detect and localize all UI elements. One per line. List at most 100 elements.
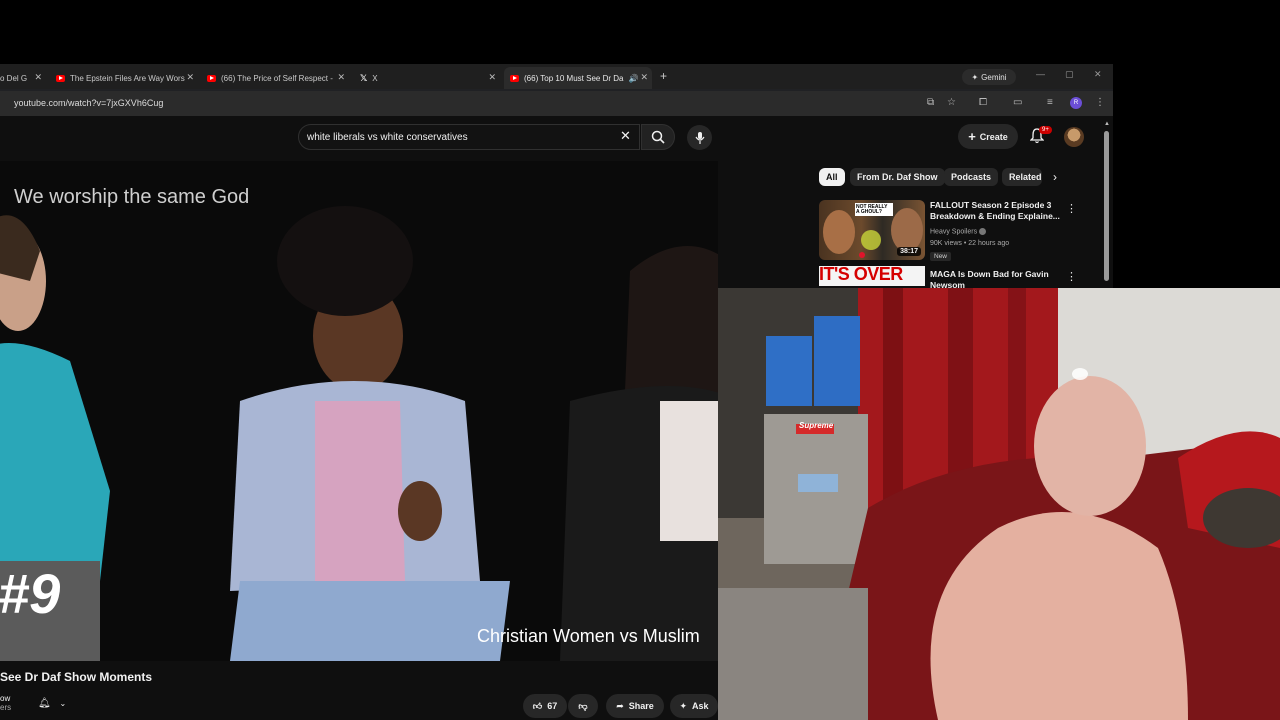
search-icon: [651, 130, 665, 144]
chip-label: From Dr. Daf Show: [857, 172, 938, 182]
youtube-icon: [510, 74, 519, 82]
menu-kebab-icon[interactable]: ⋮: [1095, 97, 1105, 108]
youtube-icon: [207, 74, 216, 82]
browser-chrome: o Del G ✕ The Epstein Files Are Way Wors…: [0, 64, 1113, 116]
chevron-down-icon: ⌄: [59, 699, 67, 708]
recommendation-thumbnail[interactable]: IT'S OVER: [819, 266, 925, 286]
video-title: See Dr Daf Show Moments: [0, 670, 153, 684]
tab-2[interactable]: The Epstein Files Are Way Wors ✕: [50, 67, 198, 89]
close-tab-icon[interactable]: ✕: [337, 72, 345, 83]
tab-strip: o Del G ✕ The Epstein Files Are Way Wors…: [0, 64, 1113, 89]
more-options-icon[interactable]: ⋮: [1066, 270, 1077, 283]
minimize-icon[interactable]: —: [1036, 69, 1045, 79]
bookmark-star-icon[interactable]: ☆: [947, 97, 956, 108]
new-tab-icon[interactable]: +: [660, 69, 667, 83]
like-button[interactable]: 👍︎ 67: [523, 694, 567, 718]
search-input[interactable]: white liberals vs white conservatives: [298, 124, 640, 150]
caption-bottom: Christian Women vs Muslim: [477, 626, 700, 646]
share-button[interactable]: ➦ Share: [606, 694, 664, 718]
youtube-icon: [56, 74, 65, 82]
thumbnail-text: NOT REALLY A GHOUL?: [856, 204, 888, 215]
microphone-icon: [695, 131, 704, 144]
new-badge: New: [930, 252, 952, 261]
tab-5-active[interactable]: (66) Top 10 Must See Dr Da 🔊 ✕: [504, 67, 652, 89]
thumbs-up-icon: 👍︎: [532, 700, 543, 711]
sidepanel-icon[interactable]: ▭: [1013, 97, 1022, 108]
audio-playing-icon[interactable]: 🔊: [628, 74, 638, 83]
gemini-label: Gemini: [981, 72, 1007, 82]
chip-podcasts[interactable]: Podcasts: [944, 168, 999, 186]
notification-badge: 9+: [1039, 126, 1052, 134]
recommendation-meta: 90K views • 22 hours ago: [930, 240, 1010, 247]
x-logo-icon: 𝕏: [360, 72, 368, 83]
chip-label: Related: [1009, 172, 1042, 182]
chip-from-channel[interactable]: From Dr. Daf Show: [850, 168, 945, 186]
chip-related[interactable]: Related: [1002, 168, 1042, 186]
search-button[interactable]: [641, 124, 675, 150]
like-count: 67: [547, 701, 558, 711]
tab-3[interactable]: (66) The Price of Self Respect - ✕: [201, 67, 349, 89]
verified-check-icon: [979, 228, 987, 235]
gemini-button[interactable]: ✦ Gemini: [962, 69, 1016, 85]
share-arrow-icon: ➦: [616, 700, 624, 711]
close-window-icon[interactable]: ✕: [1094, 69, 1102, 80]
close-tab-icon[interactable]: ✕: [488, 72, 496, 83]
tab-title: X: [372, 73, 378, 83]
page-scrollbar[interactable]: ▲: [1104, 121, 1110, 281]
url-field[interactable]: youtube.com/watch?v=7jxGXVh6Cug: [14, 98, 163, 108]
caption-top: We worship the same God: [14, 186, 250, 208]
subscriber-count: ers: [0, 703, 12, 712]
share-label: Share: [628, 701, 654, 711]
channel-name[interactable]: ow: [0, 694, 11, 703]
plus-icon: +: [968, 129, 976, 144]
recommendation-channel[interactable]: Heavy Spoilers: [930, 228, 987, 235]
rank-overlay: #9: [0, 562, 61, 625]
video-player[interactable]: We worship the same God #9 Christian Wom…: [0, 161, 718, 661]
chip-label: All: [826, 172, 838, 182]
tab-title: (66) The Price of Self Respect -: [221, 73, 333, 83]
tab-4[interactable]: 𝕏 X ✕: [354, 67, 500, 89]
sparkle-icon: ✦: [679, 700, 688, 711]
ask-button[interactable]: ✦ Ask: [670, 694, 718, 718]
close-tab-icon[interactable]: ✕: [34, 72, 42, 83]
thumbs-down-icon: 👎︎: [578, 700, 588, 711]
clear-search-icon[interactable]: ✕: [620, 128, 631, 144]
create-label: Create: [979, 131, 1008, 142]
thumbnail-text: IT'S OVER: [819, 266, 903, 284]
extensions-icon[interactable]: ⧠: [979, 97, 987, 108]
chevron-right-icon[interactable]: ›: [1053, 170, 1057, 184]
ask-label: Ask: [692, 701, 709, 711]
webcam-feed: [718, 288, 1280, 720]
tab-title: o Del G: [0, 73, 28, 83]
close-tab-icon[interactable]: ✕: [186, 72, 194, 83]
more-options-icon[interactable]: ⋮: [1066, 202, 1077, 215]
chip-label: Podcasts: [951, 172, 992, 182]
recommendation-thumbnail[interactable]: NOT REALLY A GHOUL? 38:17: [819, 200, 925, 260]
install-app-icon[interactable]: ⧉: [927, 97, 934, 108]
tab-1[interactable]: o Del G ✕: [0, 67, 46, 89]
channel-info[interactable]: ow ers: [0, 694, 11, 712]
video-frame: [0, 161, 718, 661]
address-bar: youtube.com/watch?v=7jxGXVh6Cug ⧉ ☆ ⧠ ▭ …: [0, 91, 1113, 116]
close-tab-icon[interactable]: ✕: [640, 72, 648, 83]
profile-avatar[interactable]: R: [1070, 97, 1082, 109]
maximize-icon[interactable]: ▢: [1065, 69, 1074, 80]
media-control-icon[interactable]: ≡: [1047, 97, 1053, 108]
bell-icon: 🔔︎: [38, 698, 51, 709]
voice-search-button[interactable]: [687, 125, 712, 150]
create-button[interactable]: + Create: [958, 124, 1018, 149]
chip-all[interactable]: All: [819, 168, 845, 186]
search-query[interactable]: white liberals vs white conservatives: [307, 132, 468, 143]
scrollbar-thumb[interactable]: [1104, 131, 1109, 281]
recommendation-title[interactable]: FALLOUT Season 2 Episode 3 Breakdown & E…: [930, 200, 1060, 222]
tab-title: The Epstein Files Are Way Wors: [70, 73, 185, 83]
account-avatar[interactable]: [1064, 127, 1084, 147]
channel-name[interactable]: Heavy Spoilers: [930, 228, 977, 235]
scroll-up-arrow-icon[interactable]: ▲: [1104, 121, 1110, 127]
dislike-button[interactable]: 👎︎: [568, 694, 598, 718]
duration-badge: 38:17: [897, 247, 921, 256]
subscription-bell-button[interactable]: 🔔︎ ⌄: [38, 698, 66, 709]
webcam-overlay: Supreme: [718, 288, 1280, 720]
supreme-logo: Supreme: [799, 421, 834, 430]
tab-title: (66) Top 10 Must See Dr Da: [524, 73, 624, 83]
